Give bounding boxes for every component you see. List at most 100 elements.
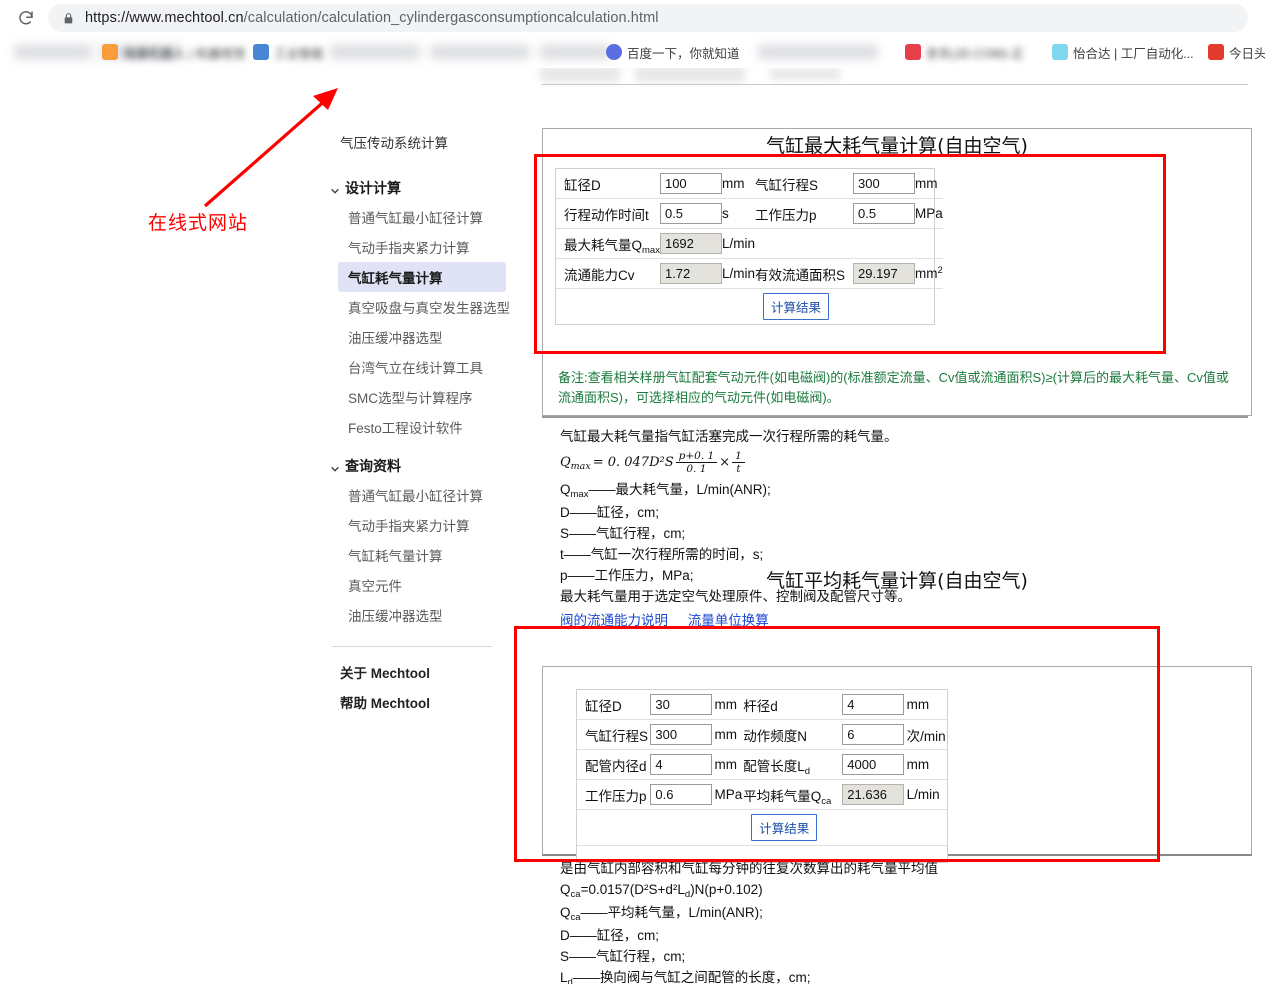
input-stroke-time-t[interactable] bbox=[659, 203, 722, 224]
bookmark-item[interactable]: 京东(JD.COM)-正 bbox=[905, 41, 1024, 63]
input-avg-stroke-s[interactable] bbox=[650, 724, 713, 745]
sidebar-group-reference[interactable]: 查询资料 bbox=[330, 452, 520, 480]
label-frequency-n: 动作频度N bbox=[743, 719, 835, 750]
bookmark-item[interactable]: 海康机器人 | 机器视觉 bbox=[102, 41, 246, 63]
table-row: 气缸行程S mm 动作频度N 次/min bbox=[577, 719, 947, 750]
valve-flow-capacity-link[interactable]: 阀的流通能力说明 bbox=[560, 613, 668, 628]
unit-bore-d: mm bbox=[721, 169, 755, 199]
jd-favicon bbox=[905, 44, 921, 60]
bookmark-item[interactable]: 今日头 bbox=[1208, 41, 1265, 63]
output-qca bbox=[842, 784, 905, 805]
label-pressure-p: 工作压力p bbox=[754, 198, 845, 229]
avg-consumption-title: 气缸平均耗气量计算(自由空气) bbox=[766, 570, 1028, 592]
bookmark-item[interactable]: 工业智能 bbox=[253, 41, 324, 63]
formula-den-1: 0. 1 bbox=[686, 463, 707, 475]
input-pipe-length-ld[interactable] bbox=[842, 754, 905, 775]
url-text: https://www.mechtool.cn/calculation/calc… bbox=[85, 10, 659, 26]
bookmark-item[interactable] bbox=[14, 45, 92, 59]
table-row: 流通能力Cv L/min 有效流通面积S mm2 bbox=[556, 258, 943, 289]
sidebar-about-mechtool[interactable]: 关于 Mechtool bbox=[330, 657, 520, 687]
input-avg-pressure-p[interactable] bbox=[650, 784, 713, 805]
formula-fraction-2: 1 t bbox=[732, 450, 745, 475]
sidebar-item-min-bore[interactable]: 普通气缸最小缸径计算 bbox=[338, 202, 520, 232]
label-bore-d: 缸径D bbox=[556, 169, 660, 199]
label-cv: 流通能力Cv bbox=[556, 258, 660, 289]
desc-intro: 是由气缸内部容积和气缸每分钟的往复次数算出的耗气量平均值 bbox=[560, 861, 938, 876]
sidebar-item-shock-absorber[interactable]: 油压缓冲器选型 bbox=[338, 322, 520, 352]
calculate-max-button[interactable]: 计算结果 bbox=[762, 293, 829, 320]
max-consumption-note: 备注:查看相关样册气缸配套气动元件(如电磁阀)的(标准额定流量、Cv值或流通面积… bbox=[558, 370, 1229, 405]
flow-unit-conversion-link[interactable]: 流量单位换算 bbox=[688, 613, 769, 628]
chevron-down-icon bbox=[330, 183, 340, 194]
bookmark-item[interactable] bbox=[758, 45, 878, 59]
header-divider bbox=[542, 84, 1248, 85]
sidebar-group-design[interactable]: 设计计算 bbox=[330, 174, 520, 202]
desc-line: S——气缸行程，cm; bbox=[560, 949, 686, 964]
calculate-avg-button[interactable]: 计算结果 bbox=[751, 814, 818, 841]
sidebar-item-festo-software[interactable]: Festo工程设计软件 bbox=[338, 412, 520, 442]
bookmark-label: 京东(JD.COM)-正 bbox=[926, 46, 1024, 61]
sidebar-item-gripper-force[interactable]: 气动手指夹紧力计算 bbox=[338, 232, 520, 262]
bookmark-item[interactable] bbox=[430, 45, 530, 59]
bookmark-item[interactable] bbox=[540, 45, 610, 59]
output-effective-area bbox=[853, 263, 915, 284]
unit-avg-stroke-s: mm bbox=[714, 719, 744, 750]
sidebar-item-smc-program[interactable]: SMC选型与计算程序 bbox=[338, 382, 520, 412]
sidebar-ref-shock-absorber[interactable]: 油压缓冲器选型 bbox=[338, 600, 520, 630]
desc-line: D——缸径，cm; bbox=[560, 928, 659, 943]
unit-rod-d: mm bbox=[906, 690, 947, 720]
sidebar-ref-min-bore[interactable]: 普通气缸最小缸径计算 bbox=[338, 480, 520, 510]
browser-window: https://www.mechtool.cn/calculation/calc… bbox=[0, 0, 1265, 984]
input-rod-d[interactable] bbox=[842, 694, 905, 715]
input-pressure-p[interactable] bbox=[853, 203, 915, 224]
unit-stroke-time-t: s bbox=[721, 198, 755, 229]
table-row: 行程动作时间t s 工作压力p MPa bbox=[556, 198, 943, 229]
unit-pipe-length-ld: mm bbox=[906, 749, 947, 780]
label-avg-stroke-s: 气缸行程S bbox=[577, 719, 651, 750]
label-avg-bore-d: 缸径D bbox=[577, 690, 651, 720]
desc-line: S——气缸行程，cm; bbox=[560, 526, 686, 541]
bookmark-item[interactable]: 百度一下，你就知道 bbox=[606, 41, 740, 63]
table-row: 最大耗气量Qmax L/min bbox=[556, 228, 943, 259]
sidebar-ref-gas-consumption[interactable]: 气缸耗气量计算 bbox=[338, 540, 520, 570]
sidebar-ref-gripper-force[interactable]: 气动手指夹紧力计算 bbox=[338, 510, 520, 540]
label-qmax: 最大耗气量Qmax bbox=[556, 228, 660, 259]
table-row: 缸径D mm 杆径d mm bbox=[577, 690, 947, 720]
sidebar-item-chelic-tools[interactable]: 台湾气立在线计算工具 bbox=[338, 352, 520, 382]
input-pipe-id-d[interactable] bbox=[650, 754, 713, 775]
desc-line: t——气缸一次行程所需的时间，s; bbox=[560, 547, 764, 562]
desc-links: 阀的流通能力说明 流量单位换算 bbox=[560, 610, 990, 631]
label-pipe-length-ld: 配管长度Ld bbox=[743, 749, 835, 780]
address-bar[interactable]: https://www.mechtool.cn/calculation/calc… bbox=[48, 4, 1248, 32]
input-frequency-n[interactable] bbox=[842, 724, 905, 745]
output-cv bbox=[659, 263, 722, 284]
sidebar-ref-vacuum-parts[interactable]: 真空元件 bbox=[338, 570, 520, 600]
table-row: 计算结果 bbox=[577, 809, 947, 846]
sidebar-help-mechtool[interactable]: 帮助 Mechtool bbox=[330, 687, 520, 717]
yiheda-favicon bbox=[1052, 44, 1068, 60]
bookmark-item[interactable] bbox=[330, 45, 420, 59]
sidebar-item-pneumatic-system[interactable]: 气压传动系统计算 bbox=[330, 128, 520, 156]
unit-stroke-s: mm bbox=[915, 169, 943, 199]
input-bore-d[interactable] bbox=[659, 173, 722, 194]
bookmark-label: 今日头 bbox=[1229, 46, 1265, 61]
sidebar-item-vacuum-cup[interactable]: 真空吸盘与真空发生器选型 bbox=[338, 292, 520, 322]
desc-line: D——缸径，cm; bbox=[560, 505, 659, 520]
unit-avg-pressure-p: MPa bbox=[714, 779, 744, 810]
bookmarks-bar: 海康机器人 | 机器视觉 工业智能 百度一下，你就知道 京东(JD.COM)-正… bbox=[0, 36, 1265, 68]
label-rod-d: 杆径d bbox=[743, 690, 835, 720]
bookmark-item[interactable]: 怡合达 | 工厂自动化... bbox=[1052, 41, 1194, 63]
baidu-favicon bbox=[606, 44, 622, 60]
formula-num-2: 1 bbox=[732, 450, 745, 463]
input-stroke-s[interactable] bbox=[853, 173, 915, 194]
qca-formula: Qca=0.0157(D²S+d²Ld)N(p+0.102) bbox=[560, 882, 763, 900]
label-effective-area: 有效流通面积S bbox=[754, 258, 845, 289]
output-qmax bbox=[659, 233, 722, 254]
desc-line: Qmax——最大耗气量，L/min(ANR); bbox=[560, 482, 771, 500]
bookmark-favicon bbox=[253, 44, 269, 60]
reload-icon[interactable] bbox=[14, 6, 38, 30]
input-avg-bore-d[interactable] bbox=[650, 694, 713, 715]
bookmark-favicon bbox=[102, 44, 118, 60]
table-row: 计算结果 bbox=[556, 289, 943, 325]
sidebar-item-gas-consumption[interactable]: 气缸耗气量计算 bbox=[338, 262, 506, 292]
